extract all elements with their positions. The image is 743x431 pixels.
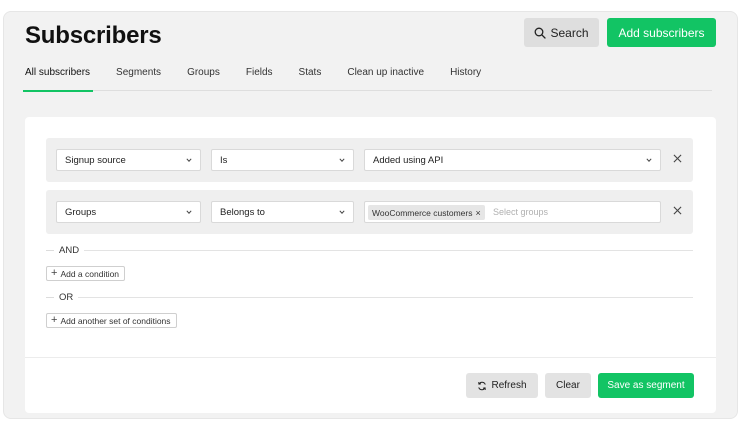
and-label: AND: [59, 244, 80, 256]
tab-history[interactable]: History: [450, 60, 481, 91]
group-tag: WooCommerce customers ×: [368, 205, 485, 220]
condition-row: Groups Belongs to WooCommerce customers …: [46, 190, 693, 234]
save-as-segment-button[interactable]: Save as segment: [598, 373, 694, 398]
tab-bar: All subscribers Segments Groups Fields S…: [22, 60, 712, 92]
condition-value-select[interactable]: Added using API: [364, 149, 661, 171]
chevron-down-icon: [339, 210, 345, 214]
remove-condition-button[interactable]: [671, 152, 683, 166]
condition-operator-select[interactable]: Is: [211, 149, 354, 171]
page-title: Subscribers: [25, 22, 162, 49]
group-tag-label: WooCommerce customers: [372, 207, 473, 218]
refresh-label: Refresh: [491, 380, 527, 391]
separator-line: [84, 249, 693, 251]
condition-field-value: Groups: [65, 206, 97, 218]
condition-operator-select[interactable]: Belongs to: [211, 201, 354, 223]
search-button[interactable]: Search: [524, 18, 599, 47]
close-icon: [673, 206, 681, 215]
add-subscribers-button[interactable]: Add subscribers: [607, 18, 716, 47]
and-separator: AND: [46, 244, 693, 256]
chevron-down-icon: [186, 210, 192, 214]
condition-field-select[interactable]: Signup source: [56, 149, 201, 171]
refresh-icon: [478, 381, 487, 390]
chevron-down-icon: [339, 158, 345, 162]
add-condition-label: Add a condition: [60, 268, 120, 279]
tag-remove-icon[interactable]: ×: [475, 208, 480, 218]
or-separator: OR: [46, 291, 693, 303]
condition-field-select[interactable]: Groups: [56, 201, 201, 223]
plus-icon: +: [51, 314, 58, 326]
app-container: Subscribers Search Add subscribers All s…: [3, 11, 738, 419]
remove-condition-button[interactable]: [671, 204, 683, 218]
condition-operator-value: Is: [220, 154, 228, 166]
condition-operator-value: Belongs to: [220, 206, 265, 218]
condition-row: Signup source Is Added using API: [46, 138, 693, 182]
tab-segments[interactable]: Segments: [116, 60, 161, 91]
close-icon: [673, 154, 681, 163]
add-condition-set-button[interactable]: + Add another set of conditions: [46, 313, 177, 328]
groups-multiselect[interactable]: WooCommerce customers × Select groups: [364, 201, 661, 223]
groups-search-input[interactable]: Select groups: [493, 207, 548, 217]
tab-all-subscribers[interactable]: All subscribers: [22, 60, 94, 92]
tab-fields[interactable]: Fields: [246, 60, 273, 91]
tab-groups[interactable]: Groups: [187, 60, 220, 91]
condition-field-value: Signup source: [65, 154, 126, 166]
tab-stats[interactable]: Stats: [299, 60, 322, 91]
add-condition-set-label: Add another set of conditions: [60, 315, 171, 326]
clear-button[interactable]: Clear: [545, 373, 591, 398]
refresh-button[interactable]: Refresh: [466, 373, 538, 398]
condition-value-text: Added using API: [373, 154, 444, 166]
segment-builder-panel: Signup source Is Added using API Groups: [25, 117, 716, 413]
add-condition-button[interactable]: + Add a condition: [46, 266, 126, 281]
or-label: OR: [59, 291, 74, 303]
search-icon: [535, 27, 547, 39]
plus-icon: +: [51, 267, 58, 279]
search-button-label: Search: [550, 25, 589, 40]
footer-divider: [25, 357, 716, 358]
chevron-down-icon: [186, 158, 192, 162]
separator-line: [78, 296, 693, 298]
tab-clean-up-inactive[interactable]: Clean up inactive: [347, 60, 424, 91]
chevron-down-icon: [646, 158, 652, 162]
separator-line: [46, 296, 54, 298]
separator-line: [46, 249, 54, 251]
